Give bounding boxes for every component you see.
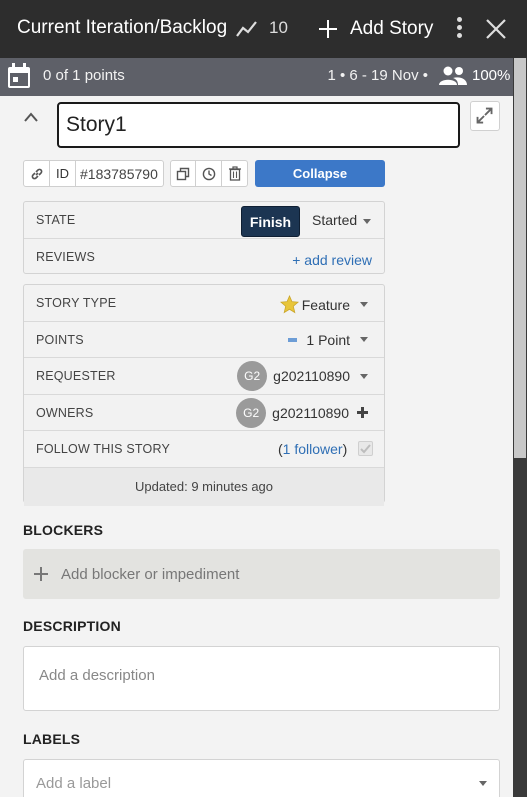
collapse-button[interactable]: Collapse bbox=[255, 160, 385, 187]
story-details: ID #183785790 bbox=[0, 96, 513, 797]
avatar: G2 bbox=[237, 361, 268, 391]
add-owner-icon[interactable] bbox=[357, 407, 368, 418]
plus-icon bbox=[318, 19, 338, 39]
kebab-menu-icon[interactable] bbox=[452, 17, 466, 43]
id-label[interactable]: ID bbox=[50, 160, 76, 187]
state-panel: STATE Finish Started REVIEWS + add revie… bbox=[23, 201, 385, 274]
state-dropdown[interactable]: Started bbox=[312, 212, 372, 228]
copy-link-button[interactable] bbox=[23, 160, 50, 187]
add-review-link[interactable]: + add review bbox=[292, 252, 372, 268]
points-value: 1 Point bbox=[306, 331, 350, 348]
points-dropdown[interactable]: 1 Point bbox=[288, 332, 368, 348]
followers-text: (1 follower) bbox=[278, 441, 347, 457]
state-label: STATE bbox=[36, 213, 76, 227]
owners-field[interactable]: G2 g202110890 bbox=[236, 397, 368, 428]
points-bar-icon bbox=[288, 337, 298, 342]
owner-value: g202110890 bbox=[272, 404, 349, 421]
requester-row: REQUESTER G2 g202110890 bbox=[24, 358, 384, 395]
requester-value: g202110890 bbox=[273, 368, 350, 384]
expand-button[interactable] bbox=[470, 101, 500, 131]
iteration-percent: 100% bbox=[472, 67, 511, 84]
close-icon[interactable] bbox=[484, 17, 508, 41]
blockers-title: BLOCKERS bbox=[23, 522, 104, 538]
add-blocker-button[interactable]: Add blocker or impediment bbox=[23, 549, 500, 599]
points-label: POINTS bbox=[36, 332, 84, 347]
follow-checkbox[interactable] bbox=[358, 441, 373, 456]
expand-icon bbox=[476, 107, 493, 124]
trend-line-icon bbox=[236, 21, 257, 37]
story-type-row: STORY TYPE Feature bbox=[24, 285, 384, 322]
story-name-input[interactable] bbox=[57, 102, 460, 148]
iteration-bar: 0 of 1 points 1 • 6 - 19 Nov • 100% bbox=[0, 58, 513, 96]
star-icon bbox=[279, 295, 299, 314]
trash-icon bbox=[228, 166, 241, 181]
reviews-row: REVIEWS + add review bbox=[24, 239, 384, 276]
history-button[interactable] bbox=[196, 160, 222, 187]
check-icon bbox=[360, 444, 371, 454]
scrollbar-thumb[interactable] bbox=[514, 58, 526, 458]
labels-title: LABELS bbox=[23, 731, 81, 747]
owners-label: OWNERS bbox=[36, 405, 94, 420]
story-id-toolbar: ID #183785790 bbox=[23, 160, 248, 187]
story-type-value: Feature bbox=[301, 296, 350, 313]
panel-header: Current Iteration/Backlog 10 Add Story bbox=[0, 0, 527, 58]
velocity-count: 10 bbox=[269, 18, 288, 37]
state-value: Started bbox=[312, 212, 358, 228]
people-icon bbox=[439, 66, 467, 85]
story-panel-app: Current Iteration/Backlog 10 Add Story 0… bbox=[0, 0, 527, 797]
add-story-label: Add Story bbox=[350, 18, 434, 39]
calendar-icon bbox=[8, 63, 30, 88]
iteration-range: 1 • 6 - 19 Nov • bbox=[327, 67, 428, 84]
clock-icon bbox=[202, 167, 215, 180]
owners-row: OWNERS G2 g202110890 bbox=[24, 395, 384, 431]
caret-down-icon bbox=[360, 373, 368, 379]
updated-timestamp: Updated: 9 minutes ago bbox=[24, 467, 384, 506]
caret-down-icon bbox=[363, 218, 372, 224]
finish-button[interactable]: Finish bbox=[241, 206, 300, 237]
story-id-value[interactable]: #183785790 bbox=[76, 160, 164, 187]
iteration-points: 0 of 1 points bbox=[43, 67, 125, 84]
requester-label: REQUESTER bbox=[36, 369, 116, 383]
description-title: DESCRIPTION bbox=[23, 618, 121, 634]
story-info-panel: STORY TYPE Feature POINTS 1 Point REQUES… bbox=[23, 284, 385, 506]
caret-down-icon bbox=[360, 337, 368, 342]
story-type-dropdown[interactable]: Feature bbox=[279, 295, 368, 314]
add-blocker-label: Add blocker or impediment bbox=[61, 565, 240, 583]
story-type-label: STORY TYPE bbox=[36, 296, 117, 310]
paren-close: ) bbox=[342, 441, 348, 457]
chevron-up-icon[interactable] bbox=[22, 110, 40, 124]
points-row: POINTS 1 Point bbox=[24, 322, 384, 358]
clone-button[interactable] bbox=[170, 160, 196, 187]
clone-icon bbox=[176, 167, 190, 180]
requester-dropdown[interactable]: G2 g202110890 bbox=[237, 361, 368, 391]
followers-link[interactable]: 1 follower bbox=[283, 441, 343, 457]
delete-button[interactable] bbox=[222, 160, 248, 187]
description-field[interactable]: Add a description bbox=[23, 646, 500, 711]
panel-title: Current Iteration/Backlog bbox=[17, 17, 228, 38]
labels-placeholder: Add a label bbox=[36, 775, 112, 792]
follow-row: FOLLOW THIS STORY (1 follower) bbox=[24, 431, 384, 468]
scrollbar[interactable] bbox=[513, 58, 527, 797]
add-story-button[interactable]: Add Story bbox=[318, 15, 433, 43]
caret-down-icon bbox=[360, 302, 368, 307]
link-icon bbox=[31, 168, 42, 179]
plus-icon bbox=[34, 567, 48, 581]
reviews-label: REVIEWS bbox=[36, 249, 96, 264]
state-row: STATE Finish Started bbox=[24, 202, 384, 239]
caret-down-icon bbox=[479, 781, 487, 786]
follow-label: FOLLOW THIS STORY bbox=[36, 442, 170, 456]
labels-dropdown[interactable]: Add a label bbox=[23, 759, 500, 797]
avatar: G2 bbox=[236, 397, 267, 428]
